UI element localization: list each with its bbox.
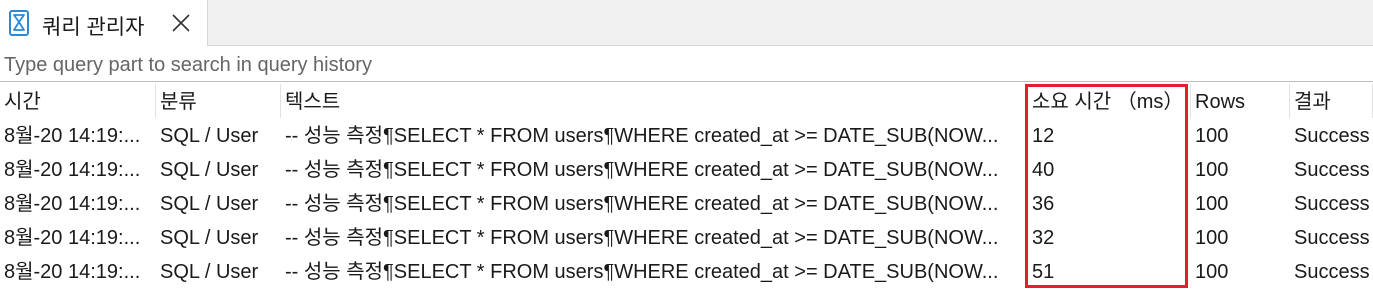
cell-rows: 100 [1195,125,1229,147]
cell-time: 8월-20 14:19:... [4,227,141,249]
cell-category: SQL / User [160,125,259,147]
cell-category: SQL / User [160,261,259,283]
cell-category: SQL / User [160,227,259,249]
cell-duration: 32 [1032,227,1055,249]
cell-time: 8월-20 14:19:... [4,261,141,283]
cell-result: Success [1294,261,1370,283]
query-history-table: 시간 분류 텍스트 소요 시간 （ms） Rows 결과 8월-20 14:19… [0,84,1373,288]
cell-rows: 100 [1195,159,1229,181]
cell-rows: 100 [1195,261,1229,283]
table-row[interactable]: 8월-20 14:19:... SQL / User -- 성능 측정¶SELE… [0,220,1373,254]
table-row[interactable]: 8월-20 14:19:... SQL / User -- 성능 측정¶SELE… [0,118,1373,152]
cell-text: -- 성능 측정¶SELECT * FROM users¶WHERE creat… [285,261,999,283]
column-header-time[interactable]: 시간 [0,84,156,118]
hourglass-icon [8,10,30,36]
cell-rows: 100 [1195,227,1229,249]
cell-duration: 40 [1032,159,1055,181]
query-history-search-input[interactable] [0,50,1373,82]
close-icon[interactable] [170,12,192,34]
column-header-text[interactable]: 텍스트 [281,84,1028,118]
cell-time: 8월-20 14:19:... [4,193,141,215]
cell-text: -- 성능 측정¶SELECT * FROM users¶WHERE creat… [285,193,999,215]
tab-query-manager[interactable]: 쿼리 관리자 [0,0,208,46]
cell-duration: 12 [1032,125,1055,147]
cell-rows: 100 [1195,193,1229,215]
column-header-result[interactable]: 결과 [1290,84,1373,118]
cell-result: Success [1294,125,1370,147]
cell-time: 8월-20 14:19:... [4,159,141,181]
table-row[interactable]: 8월-20 14:19:... SQL / User -- 성능 측정¶SELE… [0,152,1373,186]
column-header-category[interactable]: 분류 [156,84,281,118]
cell-duration: 51 [1032,261,1055,283]
cell-result: Success [1294,227,1370,249]
cell-result: Success [1294,193,1370,215]
cell-duration: 36 [1032,193,1055,215]
table-row[interactable]: 8월-20 14:19:... SQL / User -- 성능 측정¶SELE… [0,186,1373,220]
column-header-rows[interactable]: Rows [1191,84,1290,118]
tab-title: 쿼리 관리자 [42,16,145,39]
cell-category: SQL / User [160,193,259,215]
cell-text: -- 성능 측정¶SELECT * FROM users¶WHERE creat… [285,227,999,249]
table-header: 시간 분류 텍스트 소요 시간 （ms） Rows 결과 [0,84,1373,118]
cell-time: 8월-20 14:19:... [4,125,141,147]
tab-bar: 쿼리 관리자 [0,0,1373,46]
cell-result: Success [1294,159,1370,181]
cell-category: SQL / User [160,159,259,181]
cell-text: -- 성능 측정¶SELECT * FROM users¶WHERE creat… [285,125,999,147]
table-row[interactable]: 8월-20 14:19:... SQL / User -- 성능 측정¶SELE… [0,254,1373,288]
column-header-duration[interactable]: 소요 시간 （ms） [1028,84,1191,118]
cell-text: -- 성능 측정¶SELECT * FROM users¶WHERE creat… [285,159,999,181]
